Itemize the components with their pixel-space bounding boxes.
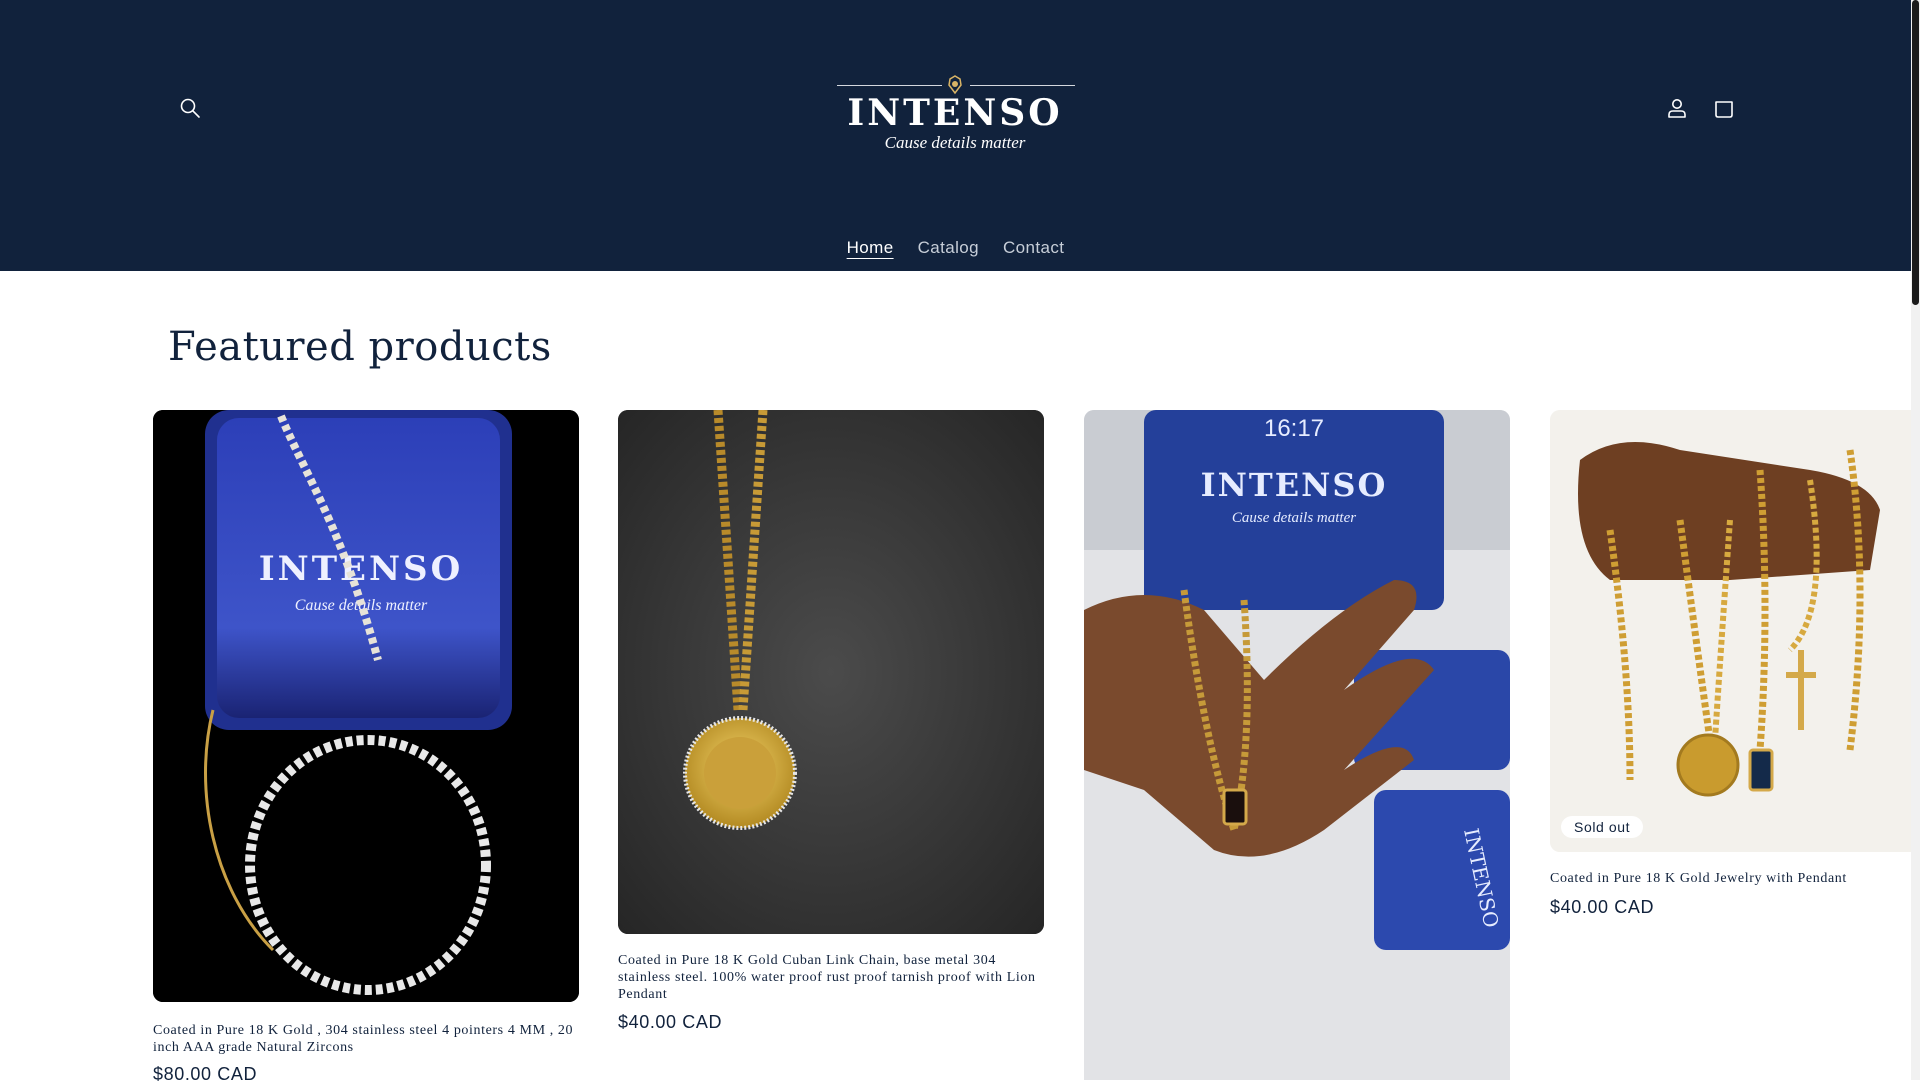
logo-rule-left xyxy=(837,85,942,86)
nav-item-home[interactable]: Home xyxy=(835,234,906,262)
product-image-4[interactable] xyxy=(1550,410,1911,852)
product-image-1[interactable]: INTENSO Cause details matter xyxy=(153,410,579,1002)
product-photo-4 xyxy=(1550,410,1911,852)
photo-tagline-text: Cause details matter xyxy=(1232,510,1356,526)
sold-out-badge: Sold out xyxy=(1561,816,1644,838)
brand-tagline: Cause details matter xyxy=(884,133,1026,152)
product-image-2[interactable] xyxy=(618,410,1044,934)
product-photo-1: INTENSO Cause details matter xyxy=(153,410,579,1002)
brand-logo[interactable]: INTENSO Cause details matter xyxy=(820,60,1090,170)
product-price-2: $40.00 CAD xyxy=(618,1012,723,1032)
product-photo-3: 16:17 INTENSO Cause details matter INTEN… xyxy=(1084,410,1510,1080)
logo-rule-right xyxy=(970,85,1075,86)
nav-item-catalog[interactable]: Catalog xyxy=(906,234,991,262)
photo-time-text: 16:17 xyxy=(1264,415,1324,442)
product-title-1[interactable]: Coated in Pure 18 K Gold , 304 stainless… xyxy=(153,1022,579,1056)
photo-brand-text: INTENSO xyxy=(1201,466,1388,504)
page-scrollbar[interactable] xyxy=(1911,0,1920,1080)
site-header: INTENSO Cause details matter Home Catalo… xyxy=(0,0,1911,271)
search-icon[interactable] xyxy=(170,88,210,128)
brand-name: INTENSO xyxy=(847,92,1063,134)
cart-icon[interactable] xyxy=(1704,88,1744,128)
product-title-2[interactable]: Coated in Pure 18 K Gold Cuban Link Chai… xyxy=(618,952,1044,1003)
scrollbar-thumb[interactable] xyxy=(1912,0,1919,305)
nav-item-contact[interactable]: Contact xyxy=(991,234,1076,262)
product-price-1: $80.00 CAD xyxy=(153,1064,258,1084)
product-photo-2 xyxy=(618,410,1044,934)
main-nav: Home Catalog Contact xyxy=(0,234,1911,262)
product-title-4[interactable]: Coated in Pure 18 K Gold Jewelry with Pe… xyxy=(1550,870,1911,887)
product-price-4: $40.00 CAD xyxy=(1550,897,1655,917)
section-title: Featured products xyxy=(168,324,552,370)
product-image-3[interactable]: 16:17 INTENSO Cause details matter INTEN… xyxy=(1084,410,1510,1080)
account-icon[interactable] xyxy=(1657,88,1697,128)
photo-brand-text: INTENSO xyxy=(259,549,463,589)
